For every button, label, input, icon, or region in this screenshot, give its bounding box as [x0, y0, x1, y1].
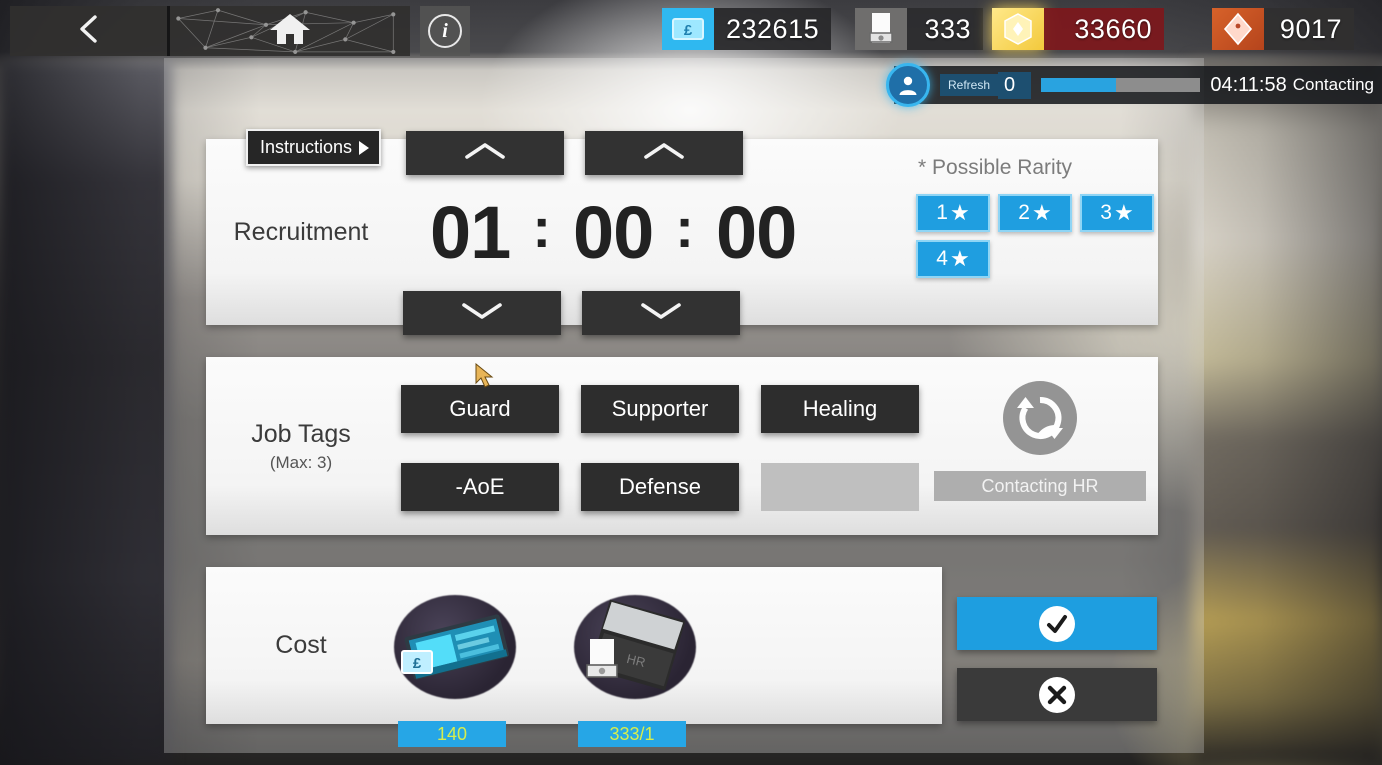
home-button[interactable]	[170, 6, 410, 56]
star-icon: ★	[1113, 200, 1134, 225]
job-tag-label: Healing	[802, 396, 878, 421]
orundum-value: 33660	[1044, 8, 1164, 50]
close-icon	[1039, 676, 1075, 713]
rarity-tag-4star[interactable]: 4 ★	[916, 240, 990, 278]
job-tag-grid: Guard Supporter Healing -AoE Defense	[401, 385, 941, 511]
job-tag-empty-slot	[761, 463, 919, 511]
recruitment-screen: i £ 232615 333 33660 9017 Refresh 0 04:1…	[0, 0, 1382, 765]
confirm-button[interactable]	[957, 597, 1157, 650]
job-tag-supporter[interactable]: Supporter	[581, 385, 739, 433]
job-tag-healing[interactable]: Healing	[761, 385, 919, 433]
timer-hours: 01	[430, 190, 511, 274]
timer-minutes: 00	[572, 190, 654, 274]
currency-orundum[interactable]: 33660	[992, 8, 1164, 50]
refresh-progress-bar	[1041, 78, 1201, 92]
recruitment-label: Recruitment	[233, 217, 369, 246]
job-tag-label: Guard	[449, 396, 511, 421]
currency-originite[interactable]: 9017	[1212, 8, 1354, 50]
contacting-hr-label: Contacting HR	[981, 475, 1099, 496]
job-tag-guard[interactable]: Guard	[401, 385, 559, 433]
recruit-permit-icon	[855, 8, 907, 50]
avatar[interactable]	[886, 63, 930, 107]
contacting-hr-button: Contacting HR	[934, 471, 1146, 501]
cost-label-block: Cost	[206, 567, 396, 724]
instructions-button[interactable]: Instructions	[246, 129, 382, 166]
hr-contact-area: Contacting HR	[930, 375, 1150, 520]
rarity-tag-3star[interactable]: 3 ★	[1080, 194, 1154, 232]
rarity-tag-1star[interactable]: 1 ★	[916, 194, 990, 232]
back-button[interactable]	[10, 6, 170, 56]
originite-value: 9017	[1264, 8, 1354, 50]
recruit-permit-pack-icon: HR	[586, 599, 686, 691]
job-tags-label-block: Job Tags (Max: 3)	[206, 357, 396, 535]
currency-recruit-permit[interactable]: 333	[855, 8, 983, 50]
job-tags-max-label: (Max: 3)	[269, 452, 333, 472]
job-tag-defense[interactable]: Defense	[581, 463, 739, 511]
info-icon: i	[428, 14, 462, 48]
cost-label: Cost	[275, 631, 327, 659]
rarity-tag-list: 1 ★ 2 ★ 3 ★ 4 ★	[916, 194, 1164, 278]
rarity-tag-number: 4	[936, 247, 948, 270]
rarity-tag-number: 2	[1018, 201, 1030, 224]
timer-separator-2: :	[675, 195, 694, 259]
lmd-chip-icon: £	[401, 614, 509, 680]
nav-block	[10, 6, 410, 56]
timer-seconds: 00	[715, 190, 797, 274]
job-tag-label: Supporter	[611, 396, 709, 421]
svg-text:£: £	[684, 22, 693, 39]
lmd-value: 232615	[714, 8, 832, 50]
star-icon: ★	[949, 200, 970, 225]
svg-text:£: £	[413, 655, 422, 672]
originite-icon	[1212, 8, 1264, 50]
home-icon	[268, 11, 312, 52]
rarity-tag-number: 1	[936, 201, 948, 224]
refresh-status-text: Contacting	[1292, 75, 1374, 94]
info-button[interactable]: i	[420, 6, 470, 56]
timer-separator-1: :	[532, 195, 551, 259]
cost-panel: Cost £ 140 HR 333/1	[206, 567, 942, 747]
check-icon	[1039, 605, 1075, 642]
recruit-permit-value: 333	[907, 8, 983, 50]
star-icon: ★	[949, 246, 970, 271]
cost-value-permit: 333/1	[578, 721, 686, 747]
star-icon: ★	[1031, 200, 1052, 225]
refresh-status-bar: Refresh 0 04:11:58 Contacting	[886, 63, 1382, 107]
rarity-tag-2star[interactable]: 2 ★	[998, 194, 1072, 232]
recruitment-label-block: Recruitment	[206, 139, 396, 325]
job-tags-label: Job Tags	[251, 419, 351, 448]
job-tag-label: Defense	[619, 474, 701, 499]
possible-rarity-title: * Possible Rarity	[918, 156, 1073, 179]
refresh-label: Refresh	[940, 74, 999, 96]
top-bar: i £ 232615 333 33660 9017	[0, 0, 1382, 60]
currency-lmd[interactable]: £ 232615	[662, 8, 832, 50]
refresh-progress-fill	[1041, 78, 1116, 92]
job-tag-label: -AoE	[455, 474, 505, 499]
play-triangle-icon	[359, 140, 370, 155]
refresh-icon[interactable]	[1003, 381, 1077, 455]
cancel-button[interactable]	[957, 668, 1157, 721]
cost-value-lmd: 140	[398, 721, 506, 747]
instructions-label: Instructions	[260, 137, 353, 157]
job-tags-panel: Job Tags (Max: 3) Guard Supporter Healing -…	[206, 357, 1158, 535]
lmd-icon: £	[662, 8, 714, 50]
refresh-timer: 04:11:58	[1210, 73, 1287, 96]
back-arrow-icon	[76, 14, 102, 49]
job-tag-aoe[interactable]: -AoE	[401, 463, 559, 511]
rarity-tag-number: 3	[1100, 201, 1112, 224]
possible-rarity-block: * Possible Rarity 1 ★ 2 ★ 3 ★ 4 ★	[916, 156, 1164, 278]
orundum-icon	[992, 8, 1044, 50]
refresh-count: 0	[998, 71, 1032, 99]
recruitment-timer: 01 : 00 : 00	[430, 139, 900, 325]
